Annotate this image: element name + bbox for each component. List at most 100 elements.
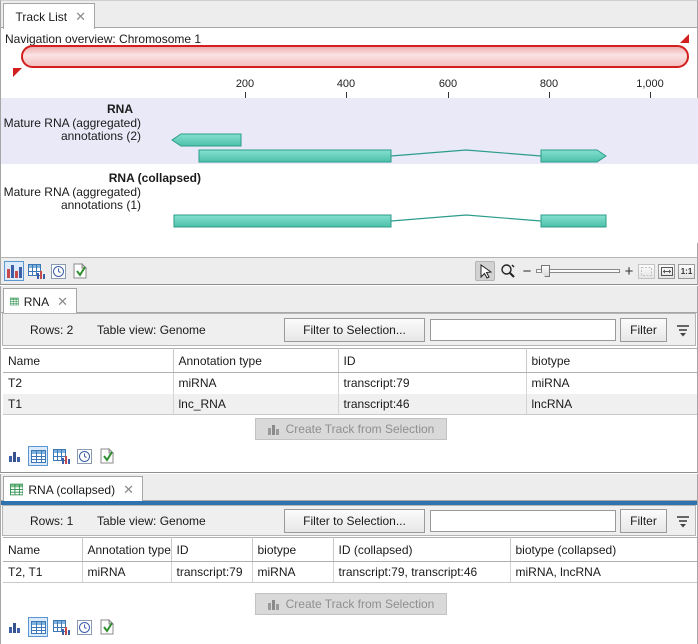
magnifier-icon <box>500 263 516 279</box>
navigation-range-end-marker <box>680 34 689 43</box>
element-info-button[interactable] <box>97 617 117 637</box>
table-view-mode-button[interactable] <box>28 446 48 466</box>
table-cell[interactable]: transcript:79 <box>338 373 526 394</box>
create-track-from-selection-button[interactable]: Create Track from Selection <box>255 593 447 615</box>
tab-label: Track List <box>16 10 68 24</box>
zoom-slider[interactable] <box>536 264 620 278</box>
chart-view-mode-button[interactable] <box>5 446 25 466</box>
filter-search-input[interactable] <box>430 319 616 341</box>
column-header[interactable]: Name <box>3 538 82 562</box>
column-header[interactable]: ID <box>171 538 252 562</box>
table-chart-icon <box>53 449 70 464</box>
selection-box-icon <box>641 267 652 276</box>
zoom-in-button[interactable]: + <box>623 263 635 280</box>
tab-rna-collapsed[interactable]: RNA (collapsed) ✕ <box>3 476 143 502</box>
rna-tabbar: RNA ✕ <box>1 286 697 313</box>
table-row[interactable]: T2, T1miRNAtranscript:79miRNAtranscript:… <box>3 562 697 583</box>
annotation-t1-exon[interactable] <box>199 150 391 162</box>
tab-label: RNA <box>24 295 49 309</box>
ruler-tick-label: 200 <box>215 78 275 90</box>
table-row[interactable]: T1lnc_RNAtranscript:46lncRNA <box>3 394 697 415</box>
split-table-view-button[interactable] <box>51 446 71 466</box>
column-header[interactable]: Name <box>3 349 173 373</box>
cursor-icon <box>479 264 492 279</box>
create-track-label: Create Track from Selection <box>286 422 435 436</box>
table-cell[interactable]: T1 <box>3 394 173 415</box>
table-cell[interactable]: miRNA <box>252 562 333 583</box>
chart-view-mode-button[interactable] <box>5 617 25 637</box>
tab-rna[interactable]: RNA ✕ <box>3 288 77 314</box>
table-icon <box>31 621 46 634</box>
rna-table-panel: RNA ✕ Rows: 2 Table view: Genome Filter … <box>0 286 698 473</box>
track-view-mode-button[interactable] <box>4 261 24 281</box>
fit-width-button[interactable] <box>658 264 675 279</box>
track-chart-icon <box>10 10 11 24</box>
table-cell[interactable]: miRNA <box>173 373 338 394</box>
column-header[interactable]: biotype (collapsed) <box>510 538 697 562</box>
close-icon[interactable]: ✕ <box>123 482 134 498</box>
clock-icon <box>77 449 92 464</box>
filter-to-selection-button[interactable]: Filter to Selection... <box>284 318 425 342</box>
column-header[interactable]: Annotation type <box>173 349 338 373</box>
zoom-slider-thumb[interactable] <box>541 265 550 277</box>
create-track-label: Create Track from Selection <box>286 597 435 611</box>
table-cell[interactable]: T2 <box>3 373 173 394</box>
track-list-panel: Track List ✕ Navigation overview: Chromo… <box>0 0 698 285</box>
rna-collapsed-table-toolbar: Rows: 1 Table view: Genome Filter to Sel… <box>2 505 696 536</box>
column-header[interactable]: Annotation type <box>82 538 171 562</box>
filter-button[interactable]: Filter <box>620 318 667 342</box>
table-view-mode-button[interactable] <box>28 617 48 637</box>
create-track-icon <box>268 598 280 610</box>
table-chart-icon <box>53 620 70 635</box>
create-track-from-selection-button[interactable]: Create Track from Selection <box>255 418 447 440</box>
close-icon[interactable]: ✕ <box>57 294 68 310</box>
table-icon <box>10 483 23 496</box>
table-cell[interactable]: lncRNA <box>526 394 697 415</box>
column-header[interactable]: biotype <box>526 349 697 373</box>
table-cell[interactable]: lnc_RNA <box>173 394 338 415</box>
history-view-button[interactable] <box>74 446 94 466</box>
create-track-icon <box>268 423 280 435</box>
advanced-filter-icon[interactable] <box>674 512 692 530</box>
advanced-filter-icon[interactable] <box>674 321 692 339</box>
column-header[interactable]: ID (collapsed) <box>333 538 510 562</box>
navigation-range-start-marker <box>13 68 22 77</box>
table-cell[interactable]: miRNA, lncRNA <box>510 562 697 583</box>
close-icon[interactable]: ✕ <box>75 9 86 25</box>
filter-button[interactable]: Filter <box>620 509 667 533</box>
column-header[interactable]: biotype <box>252 538 333 562</box>
track-chart-icon <box>7 264 22 278</box>
split-table-view-button[interactable] <box>51 617 71 637</box>
table-cell[interactable]: transcript:79, transcript:46 <box>333 562 510 583</box>
ruler-tick-label: 1,000 <box>620 78 680 90</box>
element-info-button[interactable] <box>70 261 90 281</box>
history-view-button[interactable] <box>48 261 68 281</box>
filter-search-input[interactable] <box>430 510 616 532</box>
column-header[interactable]: ID <box>338 349 526 373</box>
filter-to-selection-button[interactable]: Filter to Selection... <box>284 509 425 533</box>
table-cell[interactable]: transcript:46 <box>338 394 526 415</box>
navigation-overview-bar[interactable] <box>21 45 689 68</box>
table-cell[interactable]: miRNA <box>82 562 171 583</box>
rna-annotation-table: NameAnnotation typeIDbiotypeT2miRNAtrans… <box>3 348 697 415</box>
table-cell[interactable]: T2, T1 <box>3 562 82 583</box>
annotation-collapsed-exon-right[interactable] <box>541 215 606 227</box>
table-view-label: Table view: Genome <box>97 514 206 528</box>
element-info-button[interactable] <box>97 446 117 466</box>
annotation-t1-exon-arrow[interactable] <box>541 150 606 162</box>
annotation-t2-arrow[interactable] <box>172 134 241 146</box>
table-row[interactable]: T2miRNAtranscript:79miRNA <box>3 373 697 394</box>
selection-cursor-button[interactable] <box>475 261 495 281</box>
table-view-mode-button[interactable] <box>26 261 46 281</box>
rna-statusbar <box>5 446 117 466</box>
tab-track-list[interactable]: Track List ✕ <box>3 3 95 29</box>
zoom-out-button[interactable]: − <box>521 263 533 280</box>
table-cell[interactable]: miRNA <box>526 373 697 394</box>
history-view-button[interactable] <box>74 617 94 637</box>
zoom-to-selection-button[interactable] <box>638 264 655 279</box>
zoom-tool-button[interactable] <box>498 261 518 281</box>
ruler-tick-label: 600 <box>418 78 478 90</box>
table-cell[interactable]: transcript:79 <box>171 562 252 583</box>
zoom-100-button[interactable]: 1:1 <box>678 264 695 279</box>
annotation-collapsed-exon-left[interactable] <box>174 215 391 227</box>
